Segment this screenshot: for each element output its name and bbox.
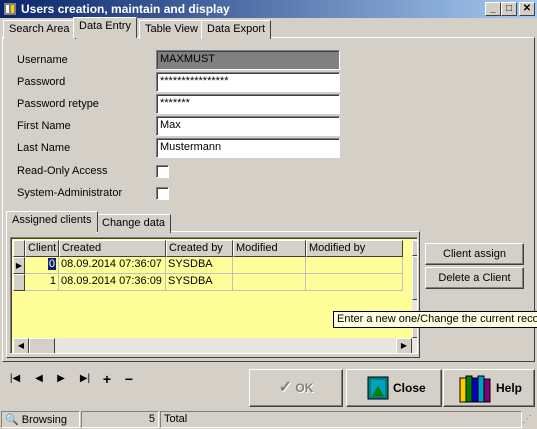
scroll-thumb-horizontal[interactable] bbox=[29, 338, 55, 353]
sysadmin-checkbox[interactable] bbox=[156, 187, 169, 200]
status-mode-text: Browsing bbox=[21, 414, 68, 426]
resize-grip-icon[interactable]: ⋰ bbox=[522, 414, 536, 428]
help-button[interactable]: Help bbox=[443, 369, 535, 407]
last-record-icon[interactable]: ▶| bbox=[76, 371, 94, 387]
books-icon bbox=[459, 375, 491, 403]
next-record-icon[interactable]: ▶ bbox=[52, 371, 70, 387]
clients-grid[interactable]: Client Created Created by Modified Modif… bbox=[10, 237, 418, 354]
check-icon: ✓ bbox=[278, 379, 293, 396]
sysadmin-label: System-Administrator bbox=[17, 187, 123, 199]
first-record-icon[interactable]: |◀ bbox=[6, 371, 24, 387]
ok-label: OK bbox=[295, 381, 314, 395]
delete-record-icon[interactable]: − bbox=[120, 371, 138, 387]
ok-button[interactable]: ✓ OK bbox=[249, 369, 343, 407]
grid-horizontal-scrollbar[interactable]: ◀ ▶ bbox=[13, 338, 412, 353]
tab-search-area[interactable]: Search Area bbox=[3, 20, 76, 39]
header-created[interactable]: Created bbox=[59, 240, 166, 257]
close-window-button[interactable]: ✕ bbox=[519, 2, 535, 16]
cell-created-by[interactable]: SYSDBA bbox=[166, 257, 233, 274]
tab-data-entry[interactable]: Data Entry bbox=[73, 17, 137, 38]
password-label: Password bbox=[17, 76, 66, 88]
scroll-right-icon[interactable]: ▶ bbox=[396, 338, 412, 353]
header-modified[interactable]: Modified bbox=[233, 240, 306, 257]
cell-modified-by[interactable] bbox=[306, 257, 403, 274]
first-name-label: First Name bbox=[17, 120, 71, 132]
cell-created[interactable]: 08.09.2014 07:36:07 bbox=[59, 257, 166, 274]
tab-change-data[interactable]: Change data bbox=[96, 214, 171, 233]
current-row-indicator: ▶ bbox=[13, 257, 25, 274]
status-count: 5 bbox=[81, 411, 159, 428]
title-bar[interactable]: Users creation, maintain and display _ □… bbox=[0, 0, 537, 18]
status-label: Total bbox=[160, 411, 522, 428]
header-modified-by[interactable]: Modified by bbox=[306, 240, 403, 257]
cell-created-by[interactable]: SYSDBA bbox=[166, 274, 233, 291]
password-retype-field[interactable]: ******* bbox=[156, 94, 340, 114]
scroll-up-icon[interactable]: ▲ bbox=[412, 240, 417, 256]
cell-modified[interactable] bbox=[233, 274, 306, 291]
help-label: Help bbox=[496, 381, 523, 395]
cell-client-value: 0 bbox=[47, 258, 56, 270]
table-row[interactable]: 1 08.09.2014 07:36:09 SYSDBA bbox=[13, 274, 403, 291]
cell-client[interactable]: 0 bbox=[25, 257, 59, 274]
maximize-button[interactable]: □ bbox=[501, 2, 517, 16]
minimize-button[interactable]: _ bbox=[485, 2, 501, 16]
read-only-checkbox[interactable] bbox=[156, 165, 169, 178]
cell-created[interactable]: 08.09.2014 07:36:09 bbox=[59, 274, 166, 291]
door-icon bbox=[367, 376, 389, 400]
header-indicator bbox=[13, 240, 25, 257]
client-assign-button[interactable]: Client assign bbox=[425, 243, 524, 265]
cell-modified-by[interactable] bbox=[306, 274, 403, 291]
password-retype-label: Password retype bbox=[17, 98, 99, 110]
username-label: Username bbox=[17, 54, 68, 66]
tab-table-view[interactable]: Table View bbox=[139, 20, 204, 39]
first-name-field[interactable]: Max bbox=[156, 116, 340, 136]
header-created-by[interactable]: Created by bbox=[166, 240, 233, 257]
last-name-label: Last Name bbox=[17, 142, 71, 154]
insert-record-icon[interactable]: + bbox=[98, 371, 116, 387]
magnifier-icon: 🔍 bbox=[5, 414, 19, 426]
password-field[interactable]: **************** bbox=[156, 72, 340, 92]
username-field[interactable]: MAXMUST bbox=[156, 50, 340, 70]
grid-vertical-scrollbar[interactable]: ▲ ▼ bbox=[412, 240, 417, 353]
close-label: Close bbox=[393, 381, 426, 395]
delete-client-button[interactable]: Delete a Client bbox=[425, 267, 524, 289]
close-button[interactable]: Close bbox=[346, 369, 442, 407]
tab-assigned-clients[interactable]: Assigned clients bbox=[6, 211, 98, 232]
last-name-field[interactable]: Mustermann bbox=[156, 138, 340, 158]
cell-modified[interactable] bbox=[233, 257, 306, 274]
scroll-thumb[interactable] bbox=[412, 256, 417, 300]
prior-record-icon[interactable]: ◀ bbox=[30, 371, 48, 387]
window-title: Users creation, maintain and display bbox=[21, 2, 230, 16]
cell-client[interactable]: 1 bbox=[25, 274, 59, 291]
row-indicator bbox=[13, 274, 25, 291]
status-mode: 🔍 Browsing bbox=[1, 411, 80, 428]
read-only-label: Read-Only Access bbox=[17, 165, 108, 177]
tooltip: Enter a new one/Change the current reco bbox=[333, 311, 537, 328]
grid-header: Client Created Created by Modified Modif… bbox=[13, 240, 403, 257]
app-icon bbox=[4, 3, 16, 15]
table-row[interactable]: ▶ 0 08.09.2014 07:36:07 SYSDBA bbox=[13, 257, 403, 274]
tab-data-export[interactable]: Data Export bbox=[201, 20, 272, 39]
scroll-left-icon[interactable]: ◀ bbox=[13, 338, 29, 353]
header-client[interactable]: Client bbox=[25, 240, 59, 257]
